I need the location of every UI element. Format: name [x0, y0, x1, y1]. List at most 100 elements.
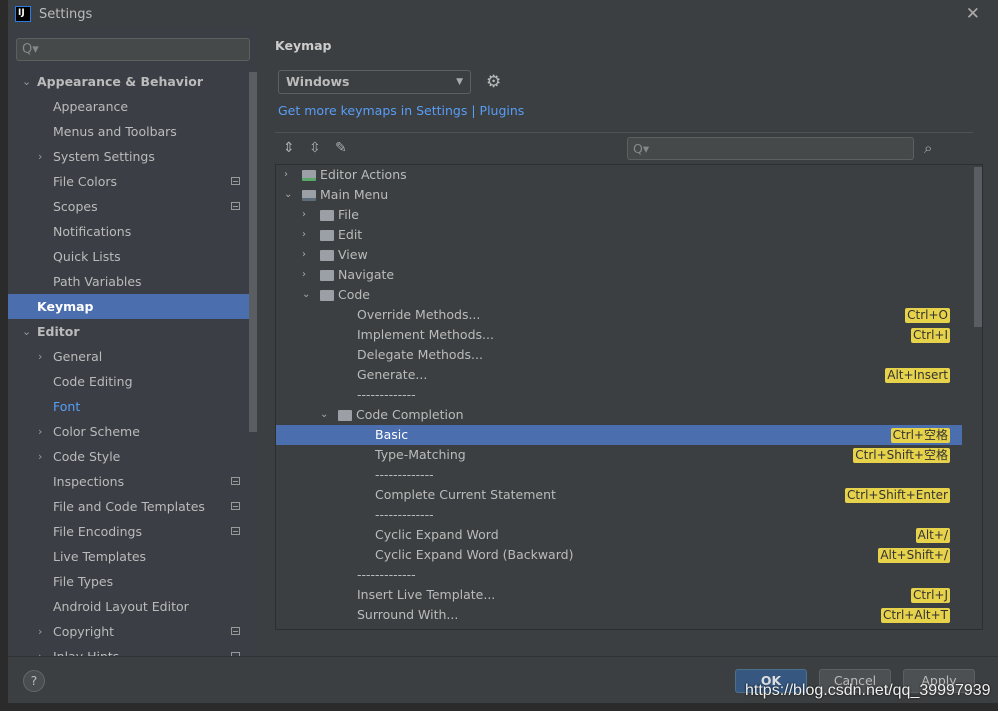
sidebar-item[interactable]: Font [8, 394, 257, 419]
expand-all-icon[interactable]: ⇕ [283, 140, 297, 156]
tree-row[interactable]: Delegate Methods... [276, 345, 962, 365]
tree-row[interactable]: ⌄ Code Completion [276, 405, 962, 425]
tree-row[interactable]: Insert Live Template... Ctrl+J [276, 585, 962, 605]
gear-icon[interactable]: ⚙ [486, 72, 501, 92]
help-button[interactable]: ? [23, 670, 45, 692]
sidebar-item[interactable]: › Inlay Hints [8, 644, 257, 656]
chevron-right-icon[interactable]: › [38, 619, 42, 644]
sidebar-item[interactable]: File Encodings [8, 519, 257, 544]
folder-icon [320, 230, 334, 241]
chevron-right-icon[interactable]: › [302, 225, 306, 245]
sidebar-item-label: File Encodings [53, 524, 143, 539]
sidebar-item[interactable]: › Copyright [8, 619, 257, 644]
sidebar-item[interactable]: Appearance [8, 94, 257, 119]
chevron-down-icon[interactable]: ⌄ [22, 69, 31, 94]
tree-row[interactable]: ------------- [276, 505, 962, 525]
edit-pencil-icon[interactable]: ✎ [335, 140, 349, 156]
action-filter-input[interactable]: Q▾ [627, 137, 914, 160]
folder-icon [320, 290, 334, 301]
tree-row[interactable]: › View [276, 245, 962, 265]
tree-row[interactable]: › Edit [276, 225, 962, 245]
sidebar-item-label: Path Variables [53, 274, 142, 289]
sidebar-item-label: Code Editing [53, 374, 133, 389]
sidebar-item[interactable]: Scopes [8, 194, 257, 219]
tree-row[interactable]: ------------- [276, 385, 962, 405]
sidebar-scrollbar[interactable] [249, 72, 257, 432]
tree-row[interactable]: Implement Methods... Ctrl+I [276, 325, 962, 345]
chevron-down-icon[interactable]: ⌄ [22, 319, 31, 344]
tree-row[interactable]: ⌄ Main Menu [276, 185, 962, 205]
close-icon[interactable]: ✕ [966, 4, 980, 24]
action-label: Basic [375, 427, 409, 442]
action-label: Insert Live Template... [357, 587, 496, 602]
chevron-down-icon[interactable]: ⌄ [284, 185, 292, 205]
chevron-right-icon[interactable]: › [284, 165, 288, 185]
action-label: Main Menu [320, 187, 389, 202]
tree-scrollbar[interactable] [974, 167, 982, 327]
sidebar-item-label: Inspections [53, 474, 125, 489]
chevron-right-icon[interactable]: › [38, 144, 42, 169]
chevron-right-icon[interactable]: › [302, 245, 306, 265]
tree-row[interactable]: ------------- [276, 465, 962, 485]
sidebar-item[interactable]: Notifications [8, 219, 257, 244]
sidebar-item[interactable]: Live Templates [8, 544, 257, 569]
sidebar-item-label: Quick Lists [53, 249, 121, 264]
tree-row[interactable]: Cyclic Expand Word Alt+/ [276, 525, 962, 545]
tree-row[interactable]: Surround With... Ctrl+Alt+T [276, 605, 962, 625]
action-label: View [338, 247, 368, 262]
project-level-icon [231, 477, 240, 485]
project-level-icon [231, 502, 240, 510]
get-keymaps-link[interactable]: Get more keymaps in Settings | Plugins [278, 103, 524, 118]
chevron-right-icon[interactable]: › [302, 265, 306, 285]
sidebar-item[interactable]: ⌄ Appearance & Behavior [8, 69, 257, 94]
find-by-shortcut-icon[interactable]: ⌕ [924, 139, 932, 157]
shortcut-badge: Ctrl+Shift+空格 [853, 448, 950, 463]
tree-row[interactable]: Basic Ctrl+空格 [276, 425, 962, 445]
sidebar-item[interactable]: Path Variables [8, 269, 257, 294]
sidebar-item[interactable]: Inspections [8, 469, 257, 494]
chevron-right-icon[interactable]: › [38, 644, 42, 656]
tree-row[interactable]: › File [276, 205, 962, 225]
action-label: ------------- [375, 507, 434, 522]
tree-row[interactable]: › Editor Actions [276, 165, 962, 185]
shortcut-badge: Ctrl+O [905, 308, 950, 323]
sidebar-item[interactable]: Code Editing [8, 369, 257, 394]
sidebar-item[interactable]: Menus and Toolbars [8, 119, 257, 144]
sidebar-item[interactable]: Android Layout Editor [8, 594, 257, 619]
sidebar-item-label: General [53, 349, 103, 364]
sidebar-item[interactable]: File Colors [8, 169, 257, 194]
tree-row[interactable]: ------------- [276, 565, 962, 585]
sidebar-item-label: Appearance & Behavior [37, 74, 203, 89]
tree-row[interactable]: ⌄ Code [276, 285, 962, 305]
sidebar-item[interactable]: Quick Lists [8, 244, 257, 269]
divider [275, 132, 973, 133]
chevron-down-icon[interactable]: ⌄ [302, 285, 310, 305]
tree-row[interactable]: Complete Current Statement Ctrl+Shift+Ent… [276, 485, 962, 505]
sidebar-item[interactable]: Keymap [8, 294, 257, 319]
sidebar-item-label: Copyright [53, 624, 115, 639]
chevron-right-icon[interactable]: › [38, 444, 42, 469]
chevron-right-icon[interactable]: › [38, 419, 42, 444]
chevron-down-icon[interactable]: ⌄ [320, 405, 328, 425]
sidebar-item[interactable]: › Code Style [8, 444, 257, 469]
keymap-select[interactable]: Windows ▼ [278, 70, 471, 94]
shortcut-badge: Ctrl+I [911, 328, 950, 343]
tree-row[interactable]: Type-Matching Ctrl+Shift+空格 [276, 445, 962, 465]
collapse-all-icon[interactable]: ⇳ [309, 140, 323, 156]
sidebar-item[interactable]: › Color Scheme [8, 419, 257, 444]
tree-row[interactable]: › Navigate [276, 265, 962, 285]
sidebar-item[interactable]: File and Code Templates [8, 494, 257, 519]
sidebar-item[interactable]: › General [8, 344, 257, 369]
chevron-right-icon[interactable]: › [302, 205, 306, 225]
tree-row[interactable]: Cyclic Expand Word (Backward) Alt+Shift+/ [276, 545, 962, 565]
tree-row[interactable]: Generate... Alt+Insert [276, 365, 962, 385]
tree-row[interactable]: Override Methods... Ctrl+O [276, 305, 962, 325]
sidebar-item-label: Color Scheme [53, 424, 140, 439]
intellij-logo-icon: IJ [15, 6, 31, 22]
chevron-right-icon[interactable]: › [38, 344, 42, 369]
sidebar-item[interactable]: File Types [8, 569, 257, 594]
sidebar-item[interactable]: ⌄ Editor [8, 319, 257, 344]
sidebar-item[interactable]: › System Settings [8, 144, 257, 169]
shortcut-badge: Alt+Shift+/ [878, 548, 950, 563]
settings-search-input[interactable]: Q▾ [16, 38, 250, 61]
